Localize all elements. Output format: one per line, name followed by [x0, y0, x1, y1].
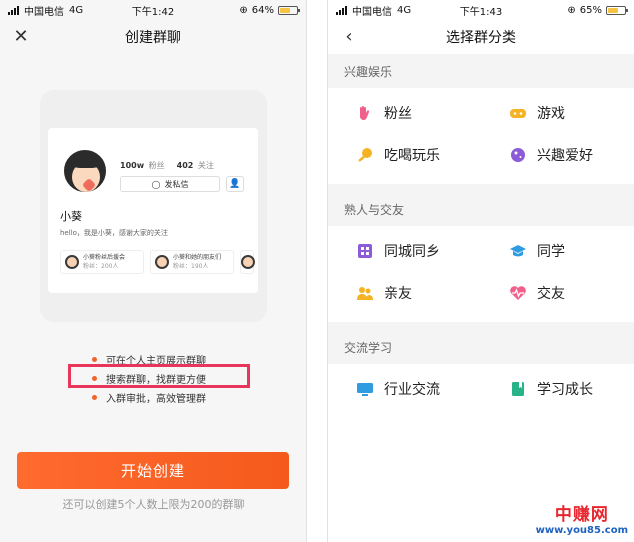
group-card: 小葵粉丝后援会 粉丝：200人 [60, 250, 144, 274]
feature-item: 入群审批，高效管理群 [92, 388, 206, 407]
page-title: 创建群聊 [125, 30, 181, 46]
group-title: 小葵粉丝后援会 [83, 254, 126, 261]
battery-percent: 65% [579, 4, 602, 16]
group-list: 小葵粉丝后援会 粉丝：200人 小葵和她的朋友们 粉丝：190人 [60, 250, 255, 274]
section-divider [328, 322, 634, 330]
section-title-interest: 兴趣娱乐 [328, 54, 634, 88]
category-label: 同学 [537, 244, 565, 260]
signal-icon [8, 5, 19, 15]
section-title-acquaintance: 熟人与交友 [328, 192, 634, 226]
person-plus-icon: 👤 [229, 179, 241, 189]
bullet-icon [92, 357, 97, 362]
category-relatives[interactable]: 亲友 [328, 272, 481, 314]
section-title-learning: 交流学习 [328, 330, 634, 364]
category-label: 吃喝玩乐 [384, 148, 440, 164]
group-card: 小葵和她的朋友们 粉丝：190人 [150, 250, 234, 274]
profile-stats: 100w 粉丝 402 关注 [120, 160, 214, 171]
category-industry[interactable]: 行业交流 [328, 368, 481, 410]
chat-bubble-icon: ◯ [151, 179, 161, 189]
planet-icon [509, 146, 527, 164]
battery-icon [278, 5, 300, 15]
carrier-label: 中国电信 [352, 6, 392, 18]
close-icon[interactable]: ✕ [12, 28, 30, 46]
book-icon [509, 380, 527, 398]
watermark-logo: 中赚网 www.you85.com [536, 500, 628, 536]
rotation-lock-icon: ⊕ [567, 4, 576, 16]
avatar [62, 148, 108, 194]
status-bar: 中国电信 4G 下午1:42 ⊕ 64% [0, 0, 306, 20]
group-sub: 粉丝：200人 [83, 263, 119, 270]
category-grid: 同城同乡 同学 亲友 交友 [328, 226, 634, 322]
create-group-screen: 中国电信 4G 下午1:42 ⊕ 64% ✕ 创建群聊 100w 粉丝 402 … [0, 0, 307, 542]
watermark-title: 中赚网 [554, 505, 609, 525]
monitor-icon [356, 380, 374, 398]
category-grid: 粉丝 游戏 吃喝玩乐 兴趣爱好 [328, 88, 634, 184]
category-label: 亲友 [384, 286, 412, 302]
following-label: 关注 [197, 161, 214, 170]
category-games[interactable]: 游戏 [481, 92, 634, 134]
category-label: 行业交流 [384, 382, 440, 398]
group-title: 小葵和她的朋友们 [173, 254, 222, 261]
category-label: 粉丝 [384, 106, 412, 122]
group-card-partial [240, 250, 255, 274]
profile-bio: hello，我是小葵，感谢大家的关注 [60, 229, 168, 237]
profile-preview: 100w 粉丝 402 关注 ◯ 发私信 👤 小葵 hello，我是小葵，感谢大… [48, 128, 258, 293]
category-label: 交友 [537, 286, 565, 302]
start-create-button[interactable]: 开始创建 [17, 452, 289, 489]
category-dating[interactable]: 交友 [481, 272, 634, 314]
battery-icon [606, 5, 628, 15]
group-avatar [155, 255, 169, 269]
category-label: 游戏 [537, 106, 565, 122]
category-label: 学习成长 [537, 382, 593, 398]
rotation-lock-icon: ⊕ [239, 4, 248, 16]
category-classmates[interactable]: 同学 [481, 230, 634, 272]
group-avatar [65, 255, 79, 269]
carrier-label: 中国电信 [24, 6, 64, 18]
category-label: 同城同乡 [384, 244, 440, 260]
followers-count: 100w [120, 161, 145, 170]
send-message-label: 发私信 [164, 179, 189, 189]
feature-text: 入群审批，高效管理群 [106, 394, 206, 405]
people-icon [356, 284, 374, 302]
heartbeat-icon [509, 284, 527, 302]
add-friend-button[interactable]: 👤 [226, 176, 244, 192]
network-label: 4G [397, 4, 412, 16]
profile-name: 小葵 [60, 210, 82, 223]
graduation-cap-icon [509, 242, 527, 260]
group-avatar [241, 255, 255, 269]
category-learning[interactable]: 学习成长 [481, 368, 634, 410]
category-same-city[interactable]: 同城同乡 [328, 230, 481, 272]
back-chevron-icon[interactable]: ‹ [340, 28, 358, 46]
category-label: 兴趣爱好 [537, 148, 593, 164]
category-hobbies[interactable]: 兴趣爱好 [481, 134, 634, 176]
group-quota-note: 还可以创建5个人数上限为200的群聊 [62, 498, 245, 511]
category-fans[interactable]: 粉丝 [328, 92, 481, 134]
status-bar: 中国电信 4G 下午1:43 ⊕ 65% [328, 0, 634, 20]
category-grid: 行业交流 学习成长 [328, 364, 634, 418]
following-count: 402 [176, 161, 194, 170]
bullet-icon [92, 395, 97, 400]
network-label: 4G [69, 4, 84, 16]
building-icon [356, 242, 374, 260]
watermark-url: www.you85.com [535, 525, 628, 536]
category-food-fun[interactable]: 吃喝玩乐 [328, 134, 481, 176]
followers-label: 粉丝 [148, 161, 165, 170]
choose-category-screen: 中国电信 4G 下午1:43 ⊕ 65% ‹ 选择群分类 兴趣娱乐 粉丝 游戏 … [327, 0, 634, 542]
signal-icon [336, 5, 347, 15]
food-icon [356, 146, 374, 164]
page-title: 选择群分类 [446, 30, 516, 46]
nav-bar: ✕ 创建群聊 [0, 20, 306, 54]
highlight-annotation [68, 364, 250, 388]
section-divider [328, 184, 634, 192]
send-message-button[interactable]: ◯ 发私信 [120, 176, 220, 192]
battery-percent: 64% [251, 4, 274, 16]
gamepad-icon [509, 104, 527, 122]
nav-bar: ‹ 选择群分类 [328, 20, 634, 54]
group-sub: 粉丝：190人 [173, 263, 209, 270]
fan-hand-icon [356, 104, 374, 122]
